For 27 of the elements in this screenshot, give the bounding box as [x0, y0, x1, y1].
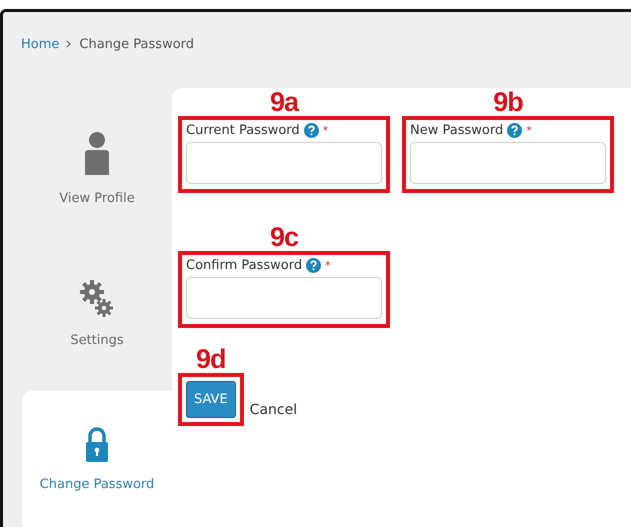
cancel-link[interactable]: Cancel — [250, 402, 298, 418]
breadcrumb-link[interactable]: Home — [21, 36, 60, 52]
breadcrumb-current: Change Password — [79, 36, 194, 52]
chevron-icon — [66, 40, 72, 48]
password-field[interactable] — [410, 142, 606, 184]
sidebar-item[interactable]: View Profile — [22, 96, 172, 241]
gears-icon — [80, 279, 114, 319]
required-mark: * — [325, 259, 331, 272]
required-mark: * — [322, 124, 328, 137]
field-label: Current Password — [186, 123, 300, 138]
field-label: New Password — [410, 123, 504, 138]
callout-label: 9a — [270, 88, 298, 116]
help-icon[interactable] — [507, 123, 522, 138]
callout-label: 9c — [270, 223, 298, 251]
person-icon — [82, 131, 112, 177]
sidebar-item[interactable]: Settings — [22, 241, 172, 386]
required-mark: * — [526, 124, 532, 137]
save-button[interactable]: SAVE — [186, 381, 236, 418]
callout-label: 9b — [493, 88, 523, 116]
help-icon[interactable] — [304, 123, 319, 138]
help-icon[interactable] — [306, 258, 322, 273]
sidebar-item[interactable]: Change Password — [22, 391, 172, 527]
password-field[interactable] — [186, 142, 382, 184]
password-field[interactable] — [186, 277, 382, 319]
field-label: Confirm Password — [186, 258, 302, 273]
callout-label: 9d — [196, 345, 226, 373]
padlock-icon — [85, 426, 109, 462]
